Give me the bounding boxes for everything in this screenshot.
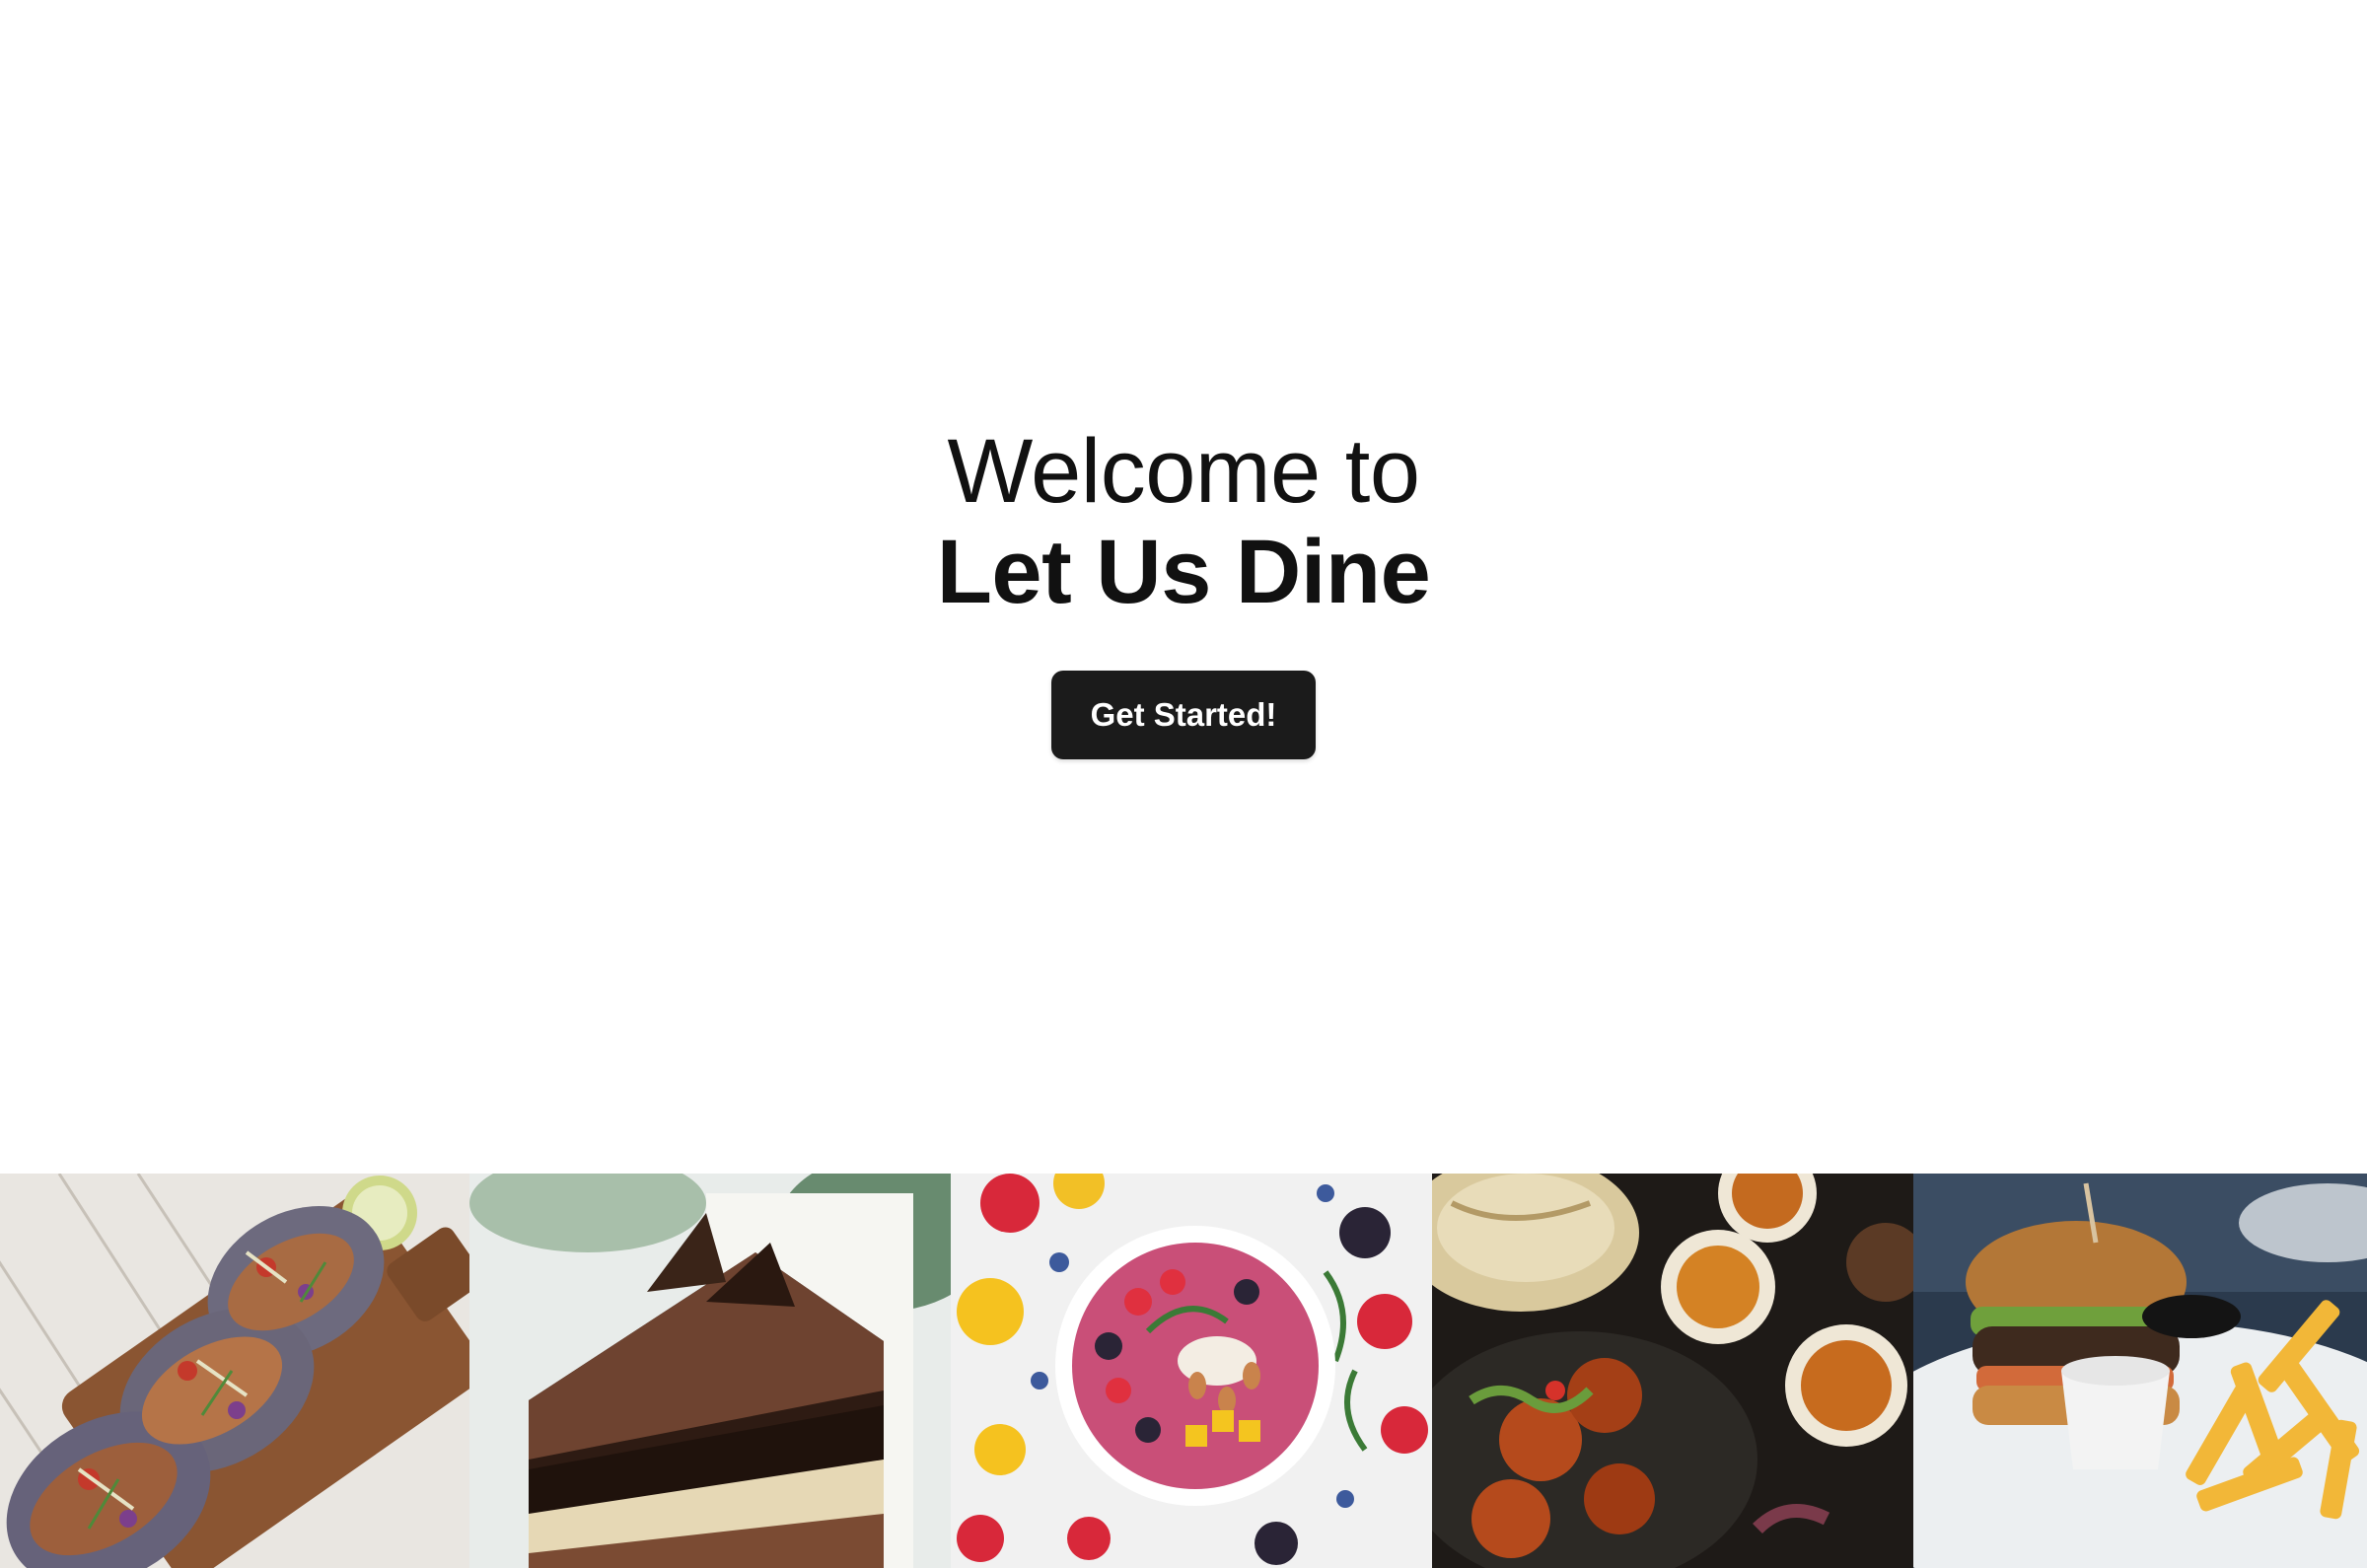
chocolate-cake-photo (469, 1174, 951, 1568)
welcome-heading: Welcome to (947, 421, 1420, 522)
brand-title: Let Us Dine (936, 522, 1431, 622)
hero-section: Welcome to Let Us Dine Get Started! (0, 0, 2367, 1174)
landing-page: Welcome to Let Us Dine Get Started! (0, 0, 2367, 1568)
fruit-bowl-photo (951, 1174, 1432, 1568)
indian-curry-photo (1432, 1174, 1913, 1568)
tacos-photo (0, 1174, 469, 1568)
food-gallery (0, 1174, 2367, 1568)
get-started-button[interactable]: Get Started! (1051, 671, 1316, 759)
burger-fries-photo (1913, 1174, 2367, 1568)
